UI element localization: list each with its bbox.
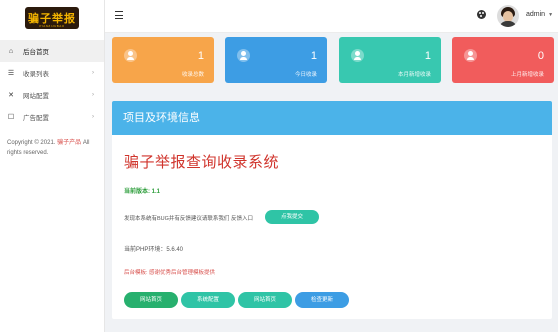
user-icon <box>464 49 477 62</box>
sidebar-item-collection-list[interactable]: ☰ 收录列表 › <box>0 62 104 84</box>
system-title: 骗子举报查询收录系统 <box>124 153 280 171</box>
copyright: Copyright © 2021. 骗子产品 All rights reserv… <box>0 128 104 158</box>
info-panel: 项目及环境信息 骗子举报查询收录系统 当前版本: 1.1 发现本系统有BUG并有… <box>112 101 552 319</box>
feedback-button[interactable]: 点我提交 <box>265 210 319 224</box>
user-icon <box>124 49 137 62</box>
user-icon <box>351 49 364 62</box>
check-update-button[interactable]: 检查更新 <box>295 292 349 308</box>
site-home-button-2[interactable]: 网站首页 <box>238 292 292 308</box>
sidebar-item-label: 网站配置 <box>23 93 49 100</box>
sidebar-item-label: 收录列表 <box>23 71 49 78</box>
chevron-right-icon: › <box>92 114 94 120</box>
stat-value: 0 <box>537 50 544 62</box>
sidebar-menu: ⌂ 后台首页 ☰ 收录列表 › ✕ 网站配置 › ☐ 广告配置 › <box>0 40 104 128</box>
caret-down-icon: ▼ <box>548 12 554 18</box>
file-icon: ☐ <box>7 114 15 121</box>
stat-card-today: 1 今日收录 <box>225 37 327 83</box>
stat-value: 1 <box>197 50 204 62</box>
user-menu[interactable]: admin ▼ <box>526 11 553 18</box>
stat-label: 今日收录 <box>294 72 317 78</box>
sidebar-item-ad-config[interactable]: ☐ 广告配置 › <box>0 106 104 128</box>
action-buttons: 网站首页 系统配置 网站首页 检查更新 <box>124 292 349 308</box>
panel-header: 项目及环境信息 <box>112 101 552 135</box>
sidebar-item-label: 广告配置 <box>23 115 49 122</box>
chevron-right-icon: › <box>92 92 94 98</box>
stat-value: 1 <box>424 50 431 62</box>
username: admin <box>526 11 546 18</box>
copyright-brand-link[interactable]: 骗子产品 <box>57 140 81 146</box>
palette-icon[interactable] <box>477 10 486 19</box>
site-home-button[interactable]: 网站首页 <box>124 292 178 308</box>
stat-label: 上月新增收录 <box>510 72 544 78</box>
user-icon <box>237 49 250 62</box>
logo[interactable]: 骗子举报 PIANZIJUBAO <box>0 0 104 36</box>
sidebar-item-label: 后台首页 <box>23 49 49 56</box>
php-version: 当前PHP环境：5.6.40 <box>124 247 184 253</box>
list-icon: ☰ <box>7 70 15 77</box>
stat-card-total: 1 收录总数 <box>112 37 214 83</box>
sidebar-item-site-config[interactable]: ✕ 网站配置 › <box>0 84 104 106</box>
stat-value: 1 <box>310 50 317 62</box>
stat-card-this-month: 1 本月新增收录 <box>339 37 441 83</box>
sidebar: 骗子举报 PIANZIJUBAO ⌂ 后台首页 ☰ 收录列表 › ✕ 网站配置 … <box>0 0 105 332</box>
home-icon: ⌂ <box>8 47 14 55</box>
stat-label: 收录总数 <box>181 72 204 78</box>
feedback-text: 发现本系统有BUG并有反馈建议请联系我们 反馈入口 <box>124 216 253 222</box>
admin-template-note: 后台模板: 感谢优秀后台管理模板提供 <box>124 270 216 276</box>
logo-subtext: PIANZIJUBAO <box>39 24 65 28</box>
menu-toggle-icon[interactable] <box>115 11 123 19</box>
avatar[interactable] <box>497 5 519 27</box>
stat-label: 本月新增收录 <box>397 72 431 78</box>
tools-icon: ✕ <box>8 92 14 99</box>
chevron-right-icon: › <box>92 70 94 76</box>
stat-cards: 1 收录总数 1 今日收录 1 本月新增收录 0 上月新增收录 <box>112 37 554 83</box>
sidebar-item-home[interactable]: ⌂ 后台首页 <box>0 40 104 62</box>
logo-image: 骗子举报 PIANZIJUBAO <box>25 7 79 29</box>
topbar: admin ▼ <box>105 0 558 33</box>
stat-card-last-month: 0 上月新增收录 <box>452 37 554 83</box>
version-text: 当前版本: 1.1 <box>124 189 161 195</box>
copyright-prefix: Copyright © 2021. <box>7 140 56 146</box>
system-config-button[interactable]: 系统配置 <box>181 292 235 308</box>
